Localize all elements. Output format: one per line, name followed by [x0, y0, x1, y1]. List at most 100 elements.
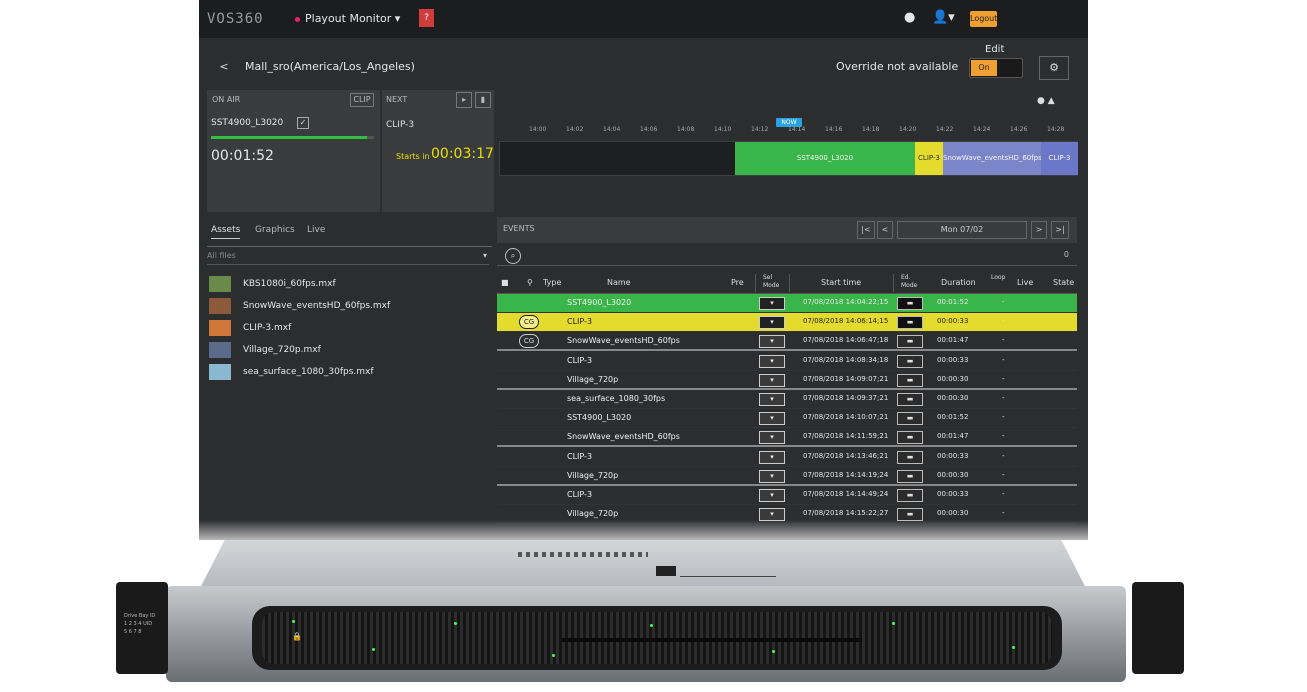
tab-assets[interactable]: Assets	[211, 225, 241, 239]
timeline-tick-label: 14:18	[862, 126, 880, 133]
timeline-event-block[interactable]	[500, 142, 735, 175]
playout-app-window: VOS360 Playout Monitor ▾ ? ● 👤▾ Logout <…	[199, 0, 1088, 540]
timeline-zoom-icons[interactable]: ● ▲	[1037, 96, 1055, 106]
playlist-row[interactable]: SST4900_L3020 ▾ 07/08/2018 14:04:22;15 ▬ 00:…	[497, 294, 1077, 313]
asset-item[interactable]: Village_720p.mxf	[209, 342, 489, 360]
back-button[interactable]: <	[214, 60, 234, 78]
assets-filter-select[interactable]: All files ▾	[207, 251, 489, 265]
playlist-row[interactable]: CG CLIP-3 ▾ 07/08/2018 14:06:14;15 ▬ 00:00:33…	[497, 313, 1077, 333]
logout-button[interactable]: Logout	[970, 11, 997, 27]
col-pre[interactable]: Pre	[731, 278, 744, 287]
col-start-time[interactable]: Start time	[821, 278, 861, 287]
first-page-button[interactable]: |<	[857, 221, 875, 239]
timeline-tick-label: 14:02	[566, 126, 584, 133]
column-divider	[893, 274, 894, 292]
playlist-row[interactable]: Village_720p ▾ 07/08/2018 14:14:19;24 ▬ 00:0…	[497, 467, 1077, 486]
alert-badge[interactable]: ?	[419, 9, 434, 27]
col-live[interactable]: Live	[1017, 278, 1033, 287]
sel-mode-dropdown[interactable]: ▾	[759, 412, 785, 426]
col-type[interactable]: Type	[543, 278, 561, 287]
on-air-progress-fill	[211, 136, 368, 139]
sel-mode-dropdown[interactable]: ▾	[759, 431, 785, 445]
col-loop[interactable]: Loop	[991, 274, 1005, 281]
timeline-track[interactable]: SST4900_L3020 CLIP-3 SnowWave_eventsHD_60f…	[499, 141, 1078, 176]
sel-mode-dropdown[interactable]: ▾	[759, 316, 785, 330]
select-all-checkbox[interactable]: ■	[501, 278, 509, 287]
playout-selector[interactable]: Playout Monitor ▾	[305, 12, 400, 25]
user-icon[interactable]: 👤▾	[932, 10, 955, 25]
sel-mode-dropdown[interactable]: ▾	[759, 297, 785, 310]
ed-mode-button[interactable]: ▬	[897, 469, 923, 483]
playlist-row[interactable]: CLIP-3 ▾ 07/08/2018 14:08:34;18 ▬ 00:00:33 -	[497, 352, 1077, 371]
event-start-time: 07/08/2018 14:10:07;21	[803, 413, 889, 422]
tab-live[interactable]: Live	[307, 225, 325, 235]
on-air-clip-button[interactable]: CLIP	[350, 93, 374, 107]
timeline-event-block[interactable]: SnowWave_eventsHD_60fps	[943, 142, 1041, 175]
starts-in-label: Starts in	[396, 152, 430, 161]
event-loop: -	[1002, 336, 1005, 345]
settings-button[interactable]: ⚙	[1039, 56, 1069, 80]
ed-mode-button[interactable]: ▬	[897, 335, 923, 349]
col-sel-mode[interactable]: Sel Mode	[763, 274, 785, 290]
timeline-event-block[interactable]: CLIP-3	[915, 142, 943, 175]
status-led	[1012, 646, 1015, 649]
ed-mode-button[interactable]: ▬	[897, 450, 923, 464]
playlist-row[interactable]: SST4900_L3020 ▾ 07/08/2018 14:10:07;21 ▬ 00:…	[497, 409, 1077, 429]
sel-mode-dropdown[interactable]: ▾	[759, 373, 785, 387]
ed-mode-button[interactable]: ▬	[897, 297, 923, 310]
assets-divider	[207, 246, 492, 247]
status-led	[292, 620, 295, 623]
sel-mode-dropdown[interactable]: ▾	[759, 393, 785, 406]
sel-mode-dropdown[interactable]: ▾	[759, 450, 785, 464]
ed-mode-button[interactable]: ▬	[897, 316, 923, 330]
on-air-checkbox[interactable]: ✓	[297, 117, 309, 129]
ed-mode-button[interactable]: ▬	[897, 354, 923, 368]
event-loop: -	[1002, 298, 1005, 306]
event-loop: -	[1002, 374, 1005, 383]
prev-page-button[interactable]: <	[877, 221, 893, 239]
next-page-button[interactable]: >	[1031, 221, 1047, 239]
col-name[interactable]: Name	[607, 278, 631, 287]
sel-mode-dropdown[interactable]: ▾	[759, 335, 785, 349]
asset-item[interactable]: SnowWave_eventsHD_60fps.mxf	[209, 298, 489, 316]
sel-mode-dropdown[interactable]: ▾	[759, 469, 785, 483]
col-state[interactable]: State	[1053, 278, 1074, 287]
secondary-event-badge[interactable]: CG	[519, 334, 539, 349]
playlist-row[interactable]: sea_surface_1080_30fps ▾ 07/08/2018 14:09:…	[497, 390, 1077, 409]
ed-mode-button[interactable]: ▬	[897, 412, 923, 426]
playlist-row[interactable]: CG SnowWave_eventsHD_60fps ▾ 07/08/2018 14:…	[497, 332, 1077, 352]
date-selector[interactable]: Mon 07/02	[897, 221, 1027, 239]
last-page-button[interactable]: >|	[1051, 221, 1069, 239]
timeline-event-block[interactable]: SST4900_L3020	[735, 142, 915, 175]
skip-icon[interactable]: ▸	[456, 92, 472, 108]
event-duration: 00:00:33	[937, 451, 969, 460]
playlist-row[interactable]: SnowWave_eventsHD_60fps ▾ 07/08/2018 14:11…	[497, 428, 1077, 448]
playlist-column-header: ■ ⚲ Type Name Pre Sel Mode Start time Ed…	[497, 272, 1077, 294]
playlist-row[interactable]: Village_720p ▾ 07/08/2018 14:09:07;21 ▬ 00:0…	[497, 371, 1077, 390]
ed-mode-button[interactable]: ▬	[897, 373, 923, 387]
search-icon[interactable]: ⌕	[505, 248, 521, 264]
timeline-tick-label: 14:24	[973, 126, 991, 133]
secondary-event-badge[interactable]: CG	[519, 315, 539, 330]
col-ed-mode[interactable]: Ed. Mode	[901, 274, 923, 290]
event-loop: -	[1002, 317, 1005, 326]
playlist-search-bar[interactable]: ⌕ 0	[497, 246, 1077, 266]
ed-mode-button[interactable]: ▬	[897, 489, 923, 502]
playlist-row[interactable]: CLIP-3 ▾ 07/08/2018 14:13:46;21 ▬ 00:00:33 -	[497, 448, 1077, 467]
sel-mode-dropdown[interactable]: ▾	[759, 489, 785, 502]
ed-mode-button[interactable]: ▬	[897, 393, 923, 406]
trash-icon[interactable]: ▮	[475, 92, 491, 108]
timeline-event-block[interactable]: CLIP-3	[1041, 142, 1078, 175]
playlist-row[interactable]: CLIP-3 ▾ 07/08/2018 14:14:49;24 ▬ 00:00:33 -	[497, 486, 1077, 505]
edit-toggle[interactable]: On	[969, 58, 1023, 78]
asset-item[interactable]: CLIP-3.mxf	[209, 320, 489, 338]
rack-server: Drive Bay ID 1 2 3 4 UID 5 6 7 8 🔒	[116, 540, 1188, 690]
sel-mode-dropdown[interactable]: ▾	[759, 354, 785, 368]
col-duration[interactable]: Duration	[941, 278, 976, 287]
help-icon[interactable]: ●	[904, 10, 915, 25]
asset-item[interactable]: KBS1080i_60fps.mxf	[209, 276, 489, 294]
ed-mode-button[interactable]: ▬	[897, 431, 923, 445]
asset-item[interactable]: sea_surface_1080_30fps.mxf	[209, 364, 489, 382]
timeline-tick-label: 14:28	[1047, 126, 1065, 133]
tab-graphics[interactable]: Graphics	[255, 225, 295, 235]
